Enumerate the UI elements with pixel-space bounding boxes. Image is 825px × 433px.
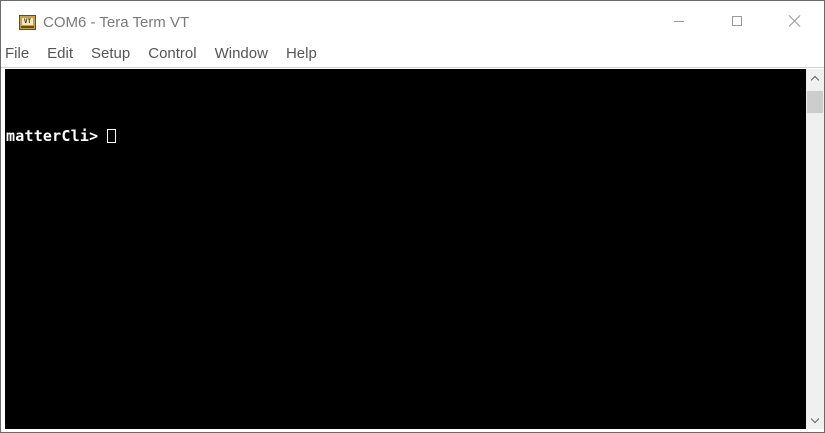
menu-help[interactable]: Help	[277, 42, 326, 66]
tera-term-icon[interactable]: VT	[19, 15, 36, 30]
scroll-thumb[interactable]	[807, 91, 823, 113]
chevron-up-icon	[810, 75, 820, 84]
window-title: COM6 - Tera Term VT	[43, 14, 190, 31]
menu-control[interactable]: Control	[139, 42, 205, 66]
tera-term-window: VT COM6 - Tera Term VT File Edit Setup C…	[0, 0, 825, 433]
menu-window[interactable]: Window	[206, 42, 277, 66]
scroll-up-button[interactable]	[806, 69, 824, 87]
maximize-icon	[732, 16, 742, 26]
minimize-icon	[674, 20, 684, 22]
close-button[interactable]	[772, 1, 818, 41]
text-cursor	[107, 129, 117, 143]
menu-setup[interactable]: Setup	[82, 42, 139, 66]
prompt-text: matterCli>	[6, 127, 99, 145]
chevron-down-icon	[810, 414, 820, 423]
scroll-down-button[interactable]	[806, 411, 824, 429]
maximize-button[interactable]	[714, 1, 760, 41]
title-bar[interactable]: VT COM6 - Tera Term VT	[1, 1, 824, 41]
vertical-scrollbar[interactable]	[806, 69, 824, 429]
terminal-prompt-line: matterCli>	[6, 127, 117, 145]
minimize-button[interactable]	[656, 1, 702, 41]
app-icon-label: VT	[22, 18, 33, 25]
menu-file[interactable]: File	[1, 42, 38, 66]
app-icon-base	[21, 26, 34, 28]
menu-bar: File Edit Setup Control Window Help	[1, 41, 824, 67]
menu-divider	[1, 67, 824, 68]
terminal-area[interactable]: matterCli>	[5, 69, 806, 429]
menu-edit[interactable]: Edit	[38, 42, 82, 66]
close-icon	[789, 15, 801, 27]
